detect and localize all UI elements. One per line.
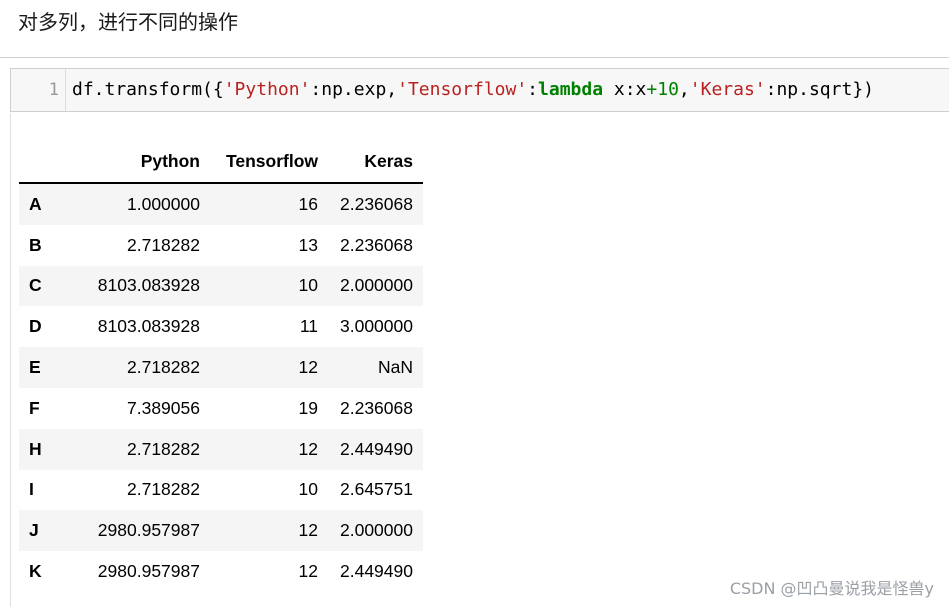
cell-tensorflow: 10 [298, 275, 318, 296]
table-row: D 8103.083928 11 3.000000 [19, 306, 423, 347]
row-index: A [29, 193, 42, 214]
header-keras: Keras [328, 140, 423, 184]
table-row: B 2.718282 13 2.236068 [19, 225, 423, 266]
table-row: J 2980.957987 12 2.000000 [19, 510, 423, 552]
row-index: D [29, 316, 42, 337]
table-row: I 2.718282 10 2.645751 [19, 470, 423, 511]
dataframe-table: Python Tensorflow Keras A 1.000000 16 2.236… [19, 140, 423, 592]
code-token: x:x [603, 79, 647, 100]
table-row: K 2980.957987 12 2.449490 [19, 551, 423, 592]
table-row: E 2.718282 12 NaN [19, 347, 423, 388]
cell-tensorflow: 12 [298, 357, 318, 378]
cell-tensorflow: 11 [299, 316, 318, 337]
code-token: +10 [646, 79, 679, 100]
row-index: K [29, 561, 42, 582]
cell-keras: 2.236068 [340, 397, 413, 418]
cell-output: Python Tensorflow Keras A 1.000000 16 2.236… [0, 113, 949, 607]
cell-tensorflow: 12 [298, 561, 318, 582]
cell-python: 2980.957987 [97, 520, 200, 541]
row-index: H [29, 438, 42, 459]
cell-keras: 2.645751 [340, 479, 413, 500]
code-cell[interactable]: 1 df.transform({'Python':np.exp,'Tensorf… [10, 68, 949, 112]
code-token: :np.exp, [310, 79, 398, 100]
table-header-row: Python Tensorflow Keras [19, 140, 423, 184]
watermark: CSDN @凹凸曼说我是怪兽y [729, 579, 934, 598]
code-token: 'Tensorflow' [397, 79, 528, 100]
cell-python: 7.389056 [127, 397, 200, 418]
output-border [10, 113, 11, 607]
row-index: J [29, 520, 39, 541]
cell-keras: 2.000000 [340, 275, 413, 296]
row-index: C [29, 275, 42, 296]
cell-tensorflow: 12 [298, 438, 318, 459]
code-token: 'Python' [223, 79, 311, 100]
row-index: B [29, 234, 42, 255]
header-python: Python [59, 140, 210, 184]
code-token: , [678, 79, 690, 100]
table-row: A 1.000000 16 2.236068 [19, 183, 423, 225]
code-token: 'Keras' [689, 79, 766, 100]
divider [0, 57, 949, 58]
cell-tensorflow: 13 [298, 234, 318, 255]
cell-python: 2.718282 [127, 479, 200, 500]
line-number-gutter: 1 [11, 69, 66, 111]
cell-tensorflow: 10 [298, 479, 318, 500]
code-line[interactable]: df.transform({'Python':np.exp,'Tensorflo… [72, 79, 874, 100]
cell-keras: 2.000000 [340, 520, 413, 541]
cell-keras: 2.236068 [340, 193, 413, 214]
cell-python: 2980.957987 [97, 561, 200, 582]
code-token: :np.sqrt}) [765, 79, 874, 100]
code-token: lambda [538, 79, 604, 100]
cell-keras: NaN [377, 357, 413, 378]
section-heading: 对多列，进行不同的操作 [18, 10, 238, 34]
cell-tensorflow: 19 [298, 397, 318, 418]
code-token: : [527, 79, 539, 100]
cell-python: 2.718282 [127, 357, 200, 378]
table-row: C 8103.083928 10 2.000000 [19, 265, 423, 307]
cell-keras: 2.236068 [340, 234, 413, 255]
row-index: I [29, 479, 34, 500]
table-row: H 2.718282 12 2.449490 [19, 428, 423, 470]
header-tensorflow: Tensorflow [210, 140, 328, 184]
cell-keras: 3.000000 [340, 316, 413, 337]
code-token: df.transform({ [72, 79, 224, 100]
cell-python: 2.718282 [127, 438, 200, 459]
row-index: E [29, 357, 41, 378]
table-row: F 7.389056 19 2.236068 [19, 388, 423, 429]
cell-tensorflow: 12 [298, 520, 318, 541]
row-index: F [29, 397, 40, 418]
cell-tensorflow: 16 [298, 193, 318, 214]
cell-keras: 2.449490 [340, 438, 413, 459]
cell-python: 1.000000 [127, 193, 200, 214]
cell-python: 2.718282 [127, 234, 200, 255]
cell-keras: 2.449490 [340, 561, 413, 582]
header-index [19, 140, 59, 184]
cell-python: 8103.083928 [97, 275, 200, 296]
cell-python: 8103.083928 [97, 316, 200, 337]
line-number: 1 [48, 80, 59, 100]
